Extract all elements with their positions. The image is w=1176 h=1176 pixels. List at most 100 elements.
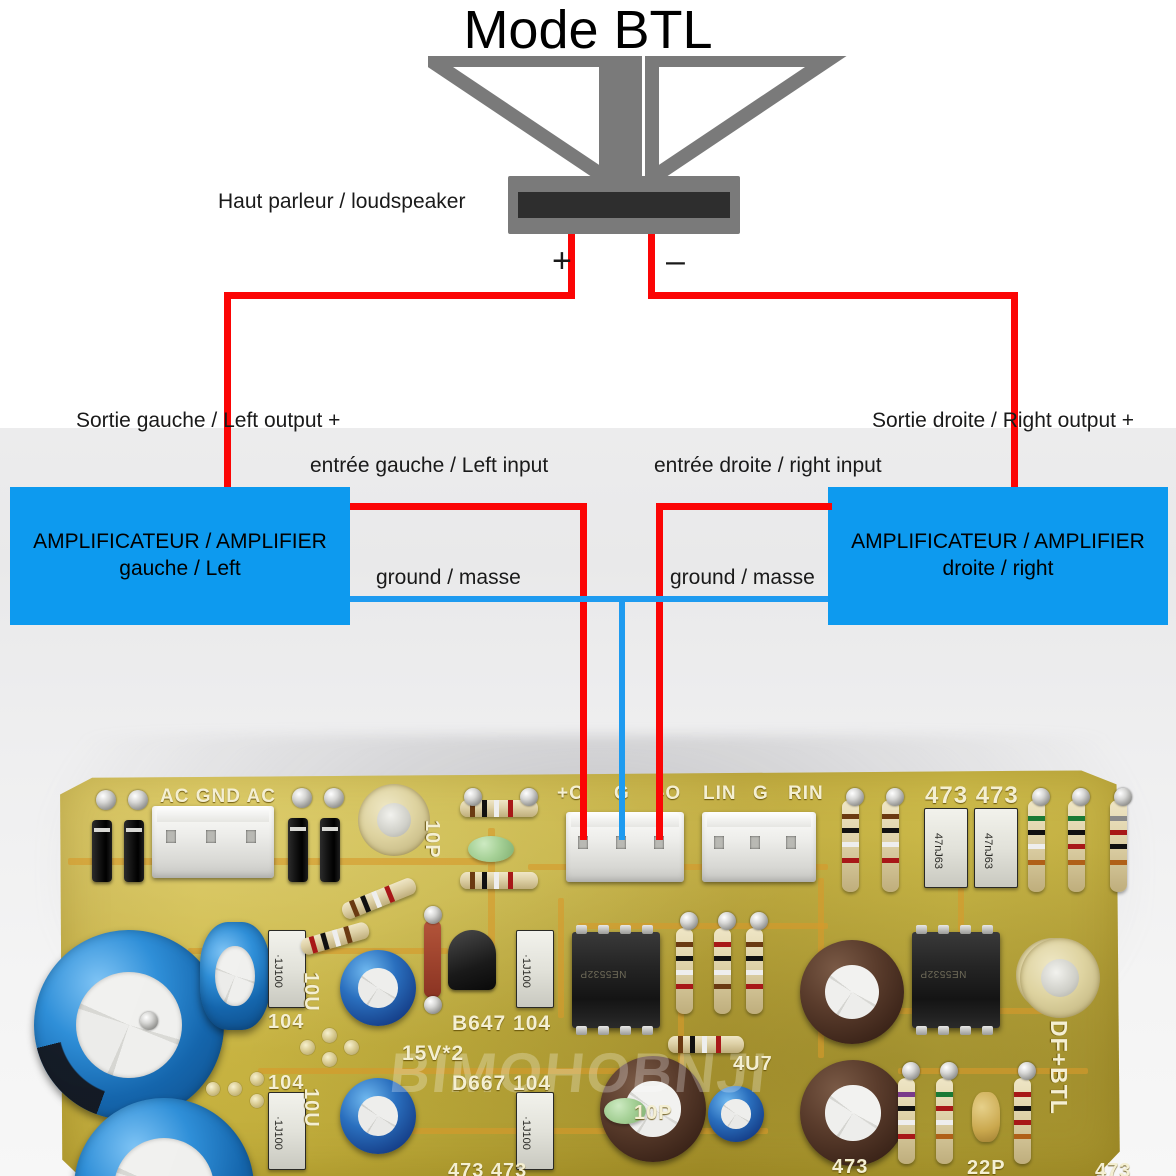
input-connector[interactable] [702, 812, 816, 882]
solder-pad [206, 1082, 220, 1096]
silkscreen-text: D667 104 [452, 1072, 552, 1095]
resistor [842, 800, 859, 892]
resistor [1014, 1078, 1031, 1164]
silkscreen-text: 473 [1095, 1160, 1132, 1176]
silkscreen-text: 10P [634, 1102, 673, 1124]
solder-joint [424, 906, 442, 924]
left-output-wire-horizontal [224, 292, 575, 299]
solder-joint [1032, 788, 1050, 806]
amplifier-right-line2: droite / right [942, 557, 1054, 580]
silkscreen-text: 22P [967, 1157, 1006, 1176]
electrolytic-capacitor [800, 1060, 906, 1166]
transistor [448, 930, 496, 990]
terminal-negative-label: – [666, 242, 685, 280]
solder-joint [464, 788, 482, 806]
silkscreen-text: 10U [300, 1088, 322, 1128]
amplifier-left-line1: AMPLIFICATEUR / AMPLIFIER [33, 530, 327, 554]
ac-power-connector[interactable] [152, 806, 274, 878]
page-title: Mode BTL [463, 0, 713, 60]
film-capacitor: ·1J100 [516, 930, 554, 1008]
rectifier-diode [124, 820, 144, 882]
speaker-cone-right [645, 56, 847, 186]
amplifier-left[interactable]: AMPLIFICATEUR / AMPLIFIER gauche / Left [10, 487, 350, 625]
electrolytic-capacitor [34, 930, 224, 1120]
left-input-wire-vertical [580, 503, 587, 840]
silkscreen-text: RIN [788, 783, 824, 804]
terminal-positive-label: + [552, 242, 572, 280]
mounting-hole [1020, 938, 1100, 1018]
solder-pad [322, 1052, 337, 1067]
silkscreen-text: B647 104 [452, 1012, 552, 1035]
solder-joint [940, 1062, 958, 1080]
btl-wiring-diagram: 47nJ63 47nJ63 ·1J100 ·1J100 ·1J100 ·1J10… [0, 0, 1176, 1176]
speaker-label: Haut parleur / loudspeaker [218, 190, 466, 213]
amplifier-left-line2: gauche / Left [119, 557, 241, 580]
silkscreen-text: 473 473 [925, 782, 1019, 809]
solder-joint [718, 912, 736, 930]
ground-wire-horizontal [350, 596, 828, 602]
resistor [676, 928, 693, 1014]
ground-label-left: ground / masse [376, 566, 521, 589]
silkscreen-text: LIN [703, 783, 737, 804]
left-output-wire-vertical [224, 292, 231, 492]
solder-joint [424, 996, 442, 1014]
amplifier-right[interactable]: AMPLIFICATEUR / AMPLIFIER droite / right [828, 487, 1168, 625]
solder-joint [520, 788, 538, 806]
pcb-trace [578, 923, 828, 929]
electrolytic-capacitor [340, 950, 416, 1026]
electrolytic-capacitor [200, 922, 270, 1030]
silkscreen-text: G [753, 783, 769, 804]
ceramic-capacitor [468, 836, 514, 862]
solder-joint [96, 790, 116, 810]
pcb-trace [558, 898, 564, 1018]
rectifier-diode [288, 818, 308, 882]
solder-joint [128, 790, 148, 810]
silkscreen-text: 4U7 [733, 1053, 773, 1075]
right-output-wire-vertical [1011, 292, 1018, 492]
op-amp-ic: NE5532P [912, 925, 1000, 1035]
speaker-stem [606, 56, 642, 190]
solder-joint [846, 788, 864, 806]
rectifier-diode [92, 820, 112, 882]
silkscreen-text: 473 473 [448, 1160, 528, 1176]
resistor [714, 928, 731, 1014]
resistor [1110, 800, 1127, 892]
solder-joint [902, 1062, 920, 1080]
solder-joint [1018, 1062, 1036, 1080]
right-input-wire-horizontal [656, 503, 832, 510]
resistor [668, 1036, 744, 1053]
ground-label-right: ground / masse [670, 566, 815, 589]
silkscreen-text: 15V*2 [402, 1042, 465, 1065]
ground-wire-vertical [619, 596, 625, 840]
right-output-label: Sortie droite / Right output + [872, 409, 1135, 432]
film-capacitor: 47nJ63 [924, 808, 968, 888]
silkscreen-text: DF+BTL [1046, 1020, 1072, 1115]
resistor [936, 1078, 953, 1164]
resistor [1068, 800, 1085, 892]
right-input-label: entrée droite / right input [654, 454, 882, 477]
solder-pad [250, 1072, 264, 1086]
solder-joint [140, 1012, 158, 1030]
solder-pad [322, 1028, 337, 1043]
electrolytic-capacitor [340, 1078, 416, 1154]
solder-pad [228, 1082, 242, 1096]
pcb-trace [388, 1128, 768, 1134]
left-output-label: Sortie gauche / Left output + [76, 409, 341, 432]
solder-joint [680, 912, 698, 930]
resistor [898, 1078, 915, 1164]
film-capacitor: 47nJ63 [974, 808, 1018, 888]
amplifier-right-line1: AMPLIFICATEUR / AMPLIFIER [851, 530, 1145, 554]
diode [424, 920, 441, 998]
resistor [746, 928, 763, 1014]
silkscreen-text: 10U [300, 972, 322, 1012]
film-capacitor: ·1J100 [516, 1092, 554, 1170]
left-input-wire-horizontal [350, 503, 587, 510]
solder-pad [344, 1040, 359, 1055]
solder-joint [1072, 788, 1090, 806]
ceramic-capacitor [972, 1092, 1000, 1142]
silkscreen-text: 473 [832, 1156, 869, 1176]
solder-joint [1114, 788, 1132, 806]
right-input-wire-vertical [656, 503, 663, 840]
resistor [882, 800, 899, 892]
resistor [1028, 800, 1045, 892]
